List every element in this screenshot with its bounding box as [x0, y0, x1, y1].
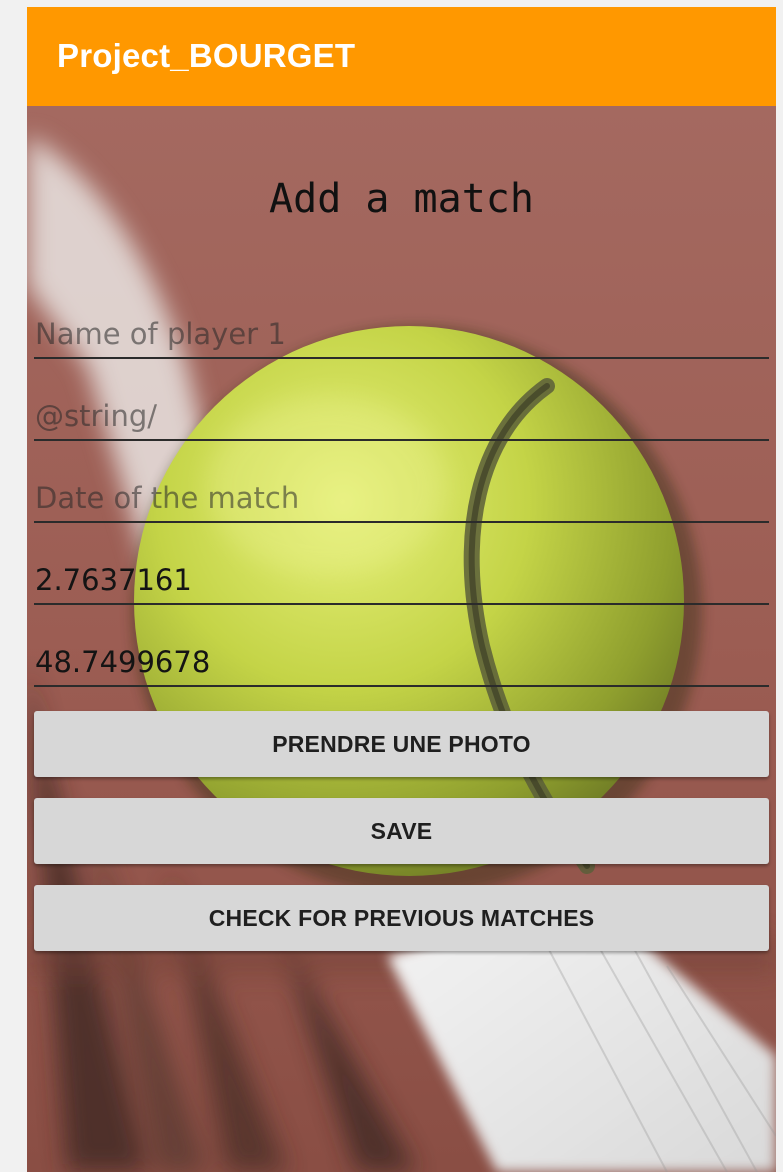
- check-previous-matches-button[interactable]: CHECK FOR PREVIOUS MATCHES: [34, 885, 769, 951]
- app-title: Project_BOURGET: [57, 37, 356, 74]
- match-date-field[interactable]: Date of the match: [34, 463, 769, 523]
- app-bar: Project_BOURGET: [27, 7, 776, 106]
- string-field-placeholder: @string/: [35, 399, 158, 433]
- longitude-value: 2.7637161: [35, 563, 192, 597]
- player1-name-placeholder: Name of player 1: [35, 317, 286, 351]
- right-margin: [776, 0, 783, 1172]
- take-photo-button[interactable]: PRENDRE UNE PHOTO: [34, 711, 769, 777]
- string-field[interactable]: @string/: [34, 381, 769, 441]
- match-date-placeholder: Date of the match: [35, 481, 300, 515]
- add-match-form: Add a match Name of player 1 @string/ Da…: [27, 106, 776, 1172]
- screen: Project_BOURGET Add a match Name of play…: [0, 0, 783, 1172]
- app-window: Project_BOURGET Add a match Name of play…: [27, 7, 776, 1172]
- page-heading: Add a match: [269, 176, 534, 222]
- player1-name-field[interactable]: Name of player 1: [34, 299, 769, 359]
- left-margin: [0, 0, 27, 1172]
- longitude-field[interactable]: 2.7637161: [34, 545, 769, 605]
- latitude-field[interactable]: 48.7499678: [34, 627, 769, 687]
- save-button[interactable]: SAVE: [34, 798, 769, 864]
- latitude-value: 48.7499678: [35, 645, 211, 679]
